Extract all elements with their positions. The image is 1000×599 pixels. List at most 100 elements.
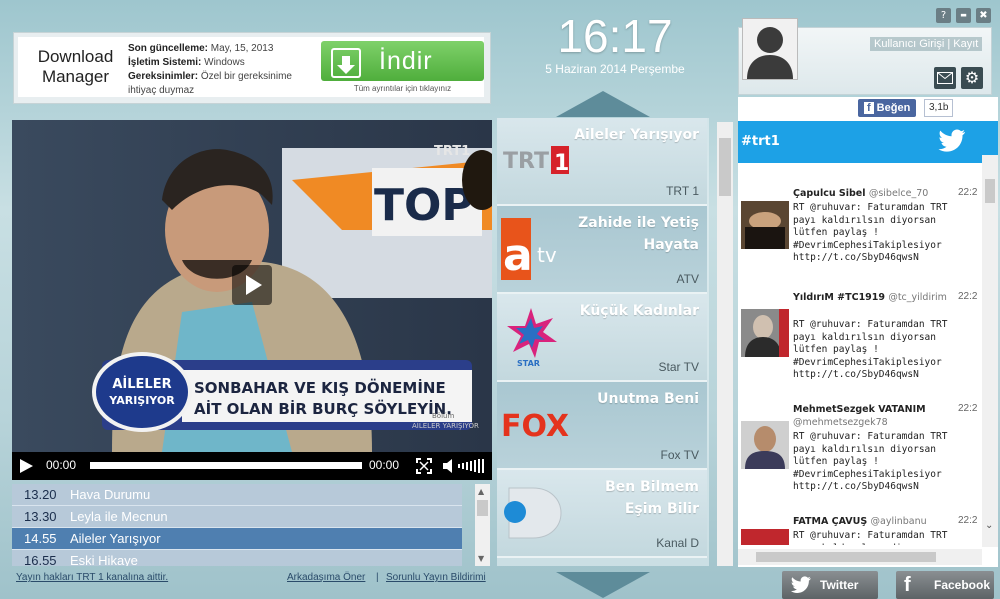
tweet-scrollbar[interactable]: ⌄	[982, 155, 998, 547]
scroll-thumb[interactable]	[477, 500, 488, 516]
tweet-author: FATMA ÇAVUŞ @aylinbanu	[793, 515, 958, 528]
twitter-bird-icon	[790, 576, 811, 593]
kanald-logo-icon	[504, 487, 562, 539]
user-silhouette-icon	[747, 27, 793, 79]
seek-bar[interactable]	[90, 462, 362, 469]
schedule-row[interactable]: 16.55 Eski Hikaye	[12, 550, 462, 566]
channel-item[interactable]: FOX Unutma Beni Fox TV	[497, 382, 707, 470]
scroll-thumb[interactable]	[985, 179, 995, 203]
caption-line1: SONBAHAR VE KIŞ DÖNEMİNE	[194, 378, 446, 397]
tweet-name: FATMA ÇAVUŞ	[793, 516, 868, 527]
help-button[interactable]: ?	[936, 8, 951, 23]
avatar[interactable]	[742, 18, 798, 80]
scroll-thumb[interactable]	[719, 138, 731, 196]
tweet-author: Çapulcu Sibel @sibelce_70	[793, 187, 958, 200]
tweet-handle: @tc_yildirim	[888, 292, 947, 303]
like-label: Beğen	[876, 102, 911, 114]
mail-icon[interactable]	[934, 67, 956, 89]
tweet-avatar	[741, 421, 789, 469]
twitter-panel: f Beğen 3,1b #trt1 Çapulcu Sibel @sibelce…	[738, 97, 998, 567]
video-player[interactable]: TOP TRT1 SONBAHAR VE KIŞ DÖNEMİNE AİT OL…	[12, 120, 492, 480]
updated-label: Son güncelleme:	[128, 43, 209, 54]
clock-date: 5 Haziran 2014 Perşembe	[545, 62, 685, 76]
schedule-title: Aileler Yarışıyor	[70, 531, 161, 546]
schedule-scrollbar[interactable]: ▲ ▼	[475, 484, 490, 566]
scroll-down-icon[interactable]: ▼	[478, 554, 484, 563]
tweet-avatar	[741, 309, 789, 357]
caption-side-2: AİLELER YARIŞIYOR	[412, 421, 479, 430]
os-value: Windows	[204, 57, 245, 68]
tweet-handle: @mehmetsezgek78	[793, 417, 888, 428]
svg-text:tv: tv	[537, 243, 557, 267]
channel-item[interactable]: TRT 1 Aileler Yarışıyor TRT 1	[497, 118, 707, 206]
screen-tag: TOP	[374, 180, 474, 231]
scroll-up-icon[interactable]: ▲	[478, 487, 484, 496]
tweet-author: YıldırıM #TC1919 @tc_yildirim	[793, 291, 958, 304]
channel-program: Küçük Kadınlar	[579, 303, 699, 319]
channel-scrollbar[interactable]	[717, 122, 733, 566]
channel-list: TRT 1 Aileler Yarışıyor TRT 1 a tv Zahid…	[497, 118, 709, 566]
ad-brand-line2: Manager	[41, 67, 110, 86]
facebook-share-button[interactable]: f Facebook	[896, 571, 994, 599]
minimize-button[interactable]: ▬	[956, 8, 971, 23]
play-icon[interactable]	[18, 458, 34, 474]
video-controls: 00:00 00:00	[12, 452, 492, 480]
tweet-name: Çapulcu Sibel	[793, 188, 866, 199]
rights-link[interactable]: Yayın hakları TRT 1 kanalına aittir.	[16, 572, 168, 583]
caption-line2: AİT OLAN BİR BURÇ SÖYLEYİN.	[194, 399, 452, 418]
ad-specs: Son güncelleme: May, 15, 2013 İşletim Si…	[128, 42, 308, 98]
recommend-link[interactable]: Arkadaşıma Öner	[287, 572, 365, 583]
ad-details-link[interactable]: Tüm ayrıntılar için tıklayınız	[321, 84, 484, 93]
schedule-row[interactable]: 13.30 Leyla ile Mecnun	[12, 506, 462, 528]
schedule-time: 13.20	[24, 487, 57, 502]
time-total: 00:00	[369, 458, 400, 472]
scroll-down-icon[interactable]: ⌄	[985, 520, 993, 531]
facebook-share-label: Facebook	[934, 578, 991, 592]
tweet-text: RT @ruhuvar: Faturamdan TRT payı kaldırı…	[793, 319, 948, 380]
schedule-row[interactable]: 13.20 Hava Durumu	[12, 484, 462, 506]
time-current: 00:00	[46, 458, 77, 472]
svg-text:1: 1	[554, 151, 569, 176]
channel-item[interactable]: STAR Küçük Kadınlar Star TV	[497, 294, 707, 382]
download-button[interactable]: İndir	[321, 41, 484, 81]
show-logo-line2: YARIŞIYOR	[108, 394, 175, 407]
star-logo-icon: STAR	[507, 308, 557, 368]
twitter-hashtag: #trt1	[738, 121, 841, 163]
channel-network: Fox TV	[660, 448, 699, 462]
atv-logo-icon: a tv	[501, 218, 557, 280]
fox-logo-icon: FOX	[501, 409, 569, 444]
clock-time: 16:17	[557, 10, 673, 62]
footer-separator: |	[376, 572, 379, 583]
fullscreen-icon[interactable]	[416, 458, 432, 474]
facebook-f-icon: f	[904, 574, 911, 596]
channel-network: ATV	[676, 272, 699, 286]
scroll-down-arrow-icon[interactable]	[556, 572, 650, 598]
scroll-up-arrow-icon[interactable]	[556, 91, 650, 117]
tweet-name: MehmetSezgek VATANIM	[793, 404, 926, 415]
schedule-time: 13.30	[24, 509, 57, 524]
facebook-like-button[interactable]: f Beğen	[858, 99, 917, 117]
os-label: İşletim Sistemi:	[128, 57, 202, 68]
report-link[interactable]: Sorunlu Yayın Bildirimi	[386, 572, 486, 583]
schedule-title: Leyla ile Mecnun	[70, 509, 168, 524]
ad-brand-line1: Download	[37, 47, 114, 66]
tweet-avatar	[741, 201, 789, 249]
tweet-text: RT @ruhuvar: Faturamdan TRT payı kaldırı…	[793, 530, 948, 545]
download-manager-ad[interactable]: Download Manager Son güncelleme: May, 15…	[13, 32, 491, 104]
channel-item[interactable]: a tv Zahide ile Yetiş Hayata ATV	[497, 206, 707, 294]
facebook-f-icon: f	[864, 102, 874, 114]
channel-item[interactable]: Ben Bilmem Eşim Bilir Kanal D	[497, 470, 707, 558]
volume-icon[interactable]	[442, 458, 488, 474]
twitter-bird-icon	[938, 129, 965, 152]
login-register-link[interactable]: Kullanıcı Girişi | Kayıt	[870, 37, 983, 51]
tweet-hscrollbar[interactable]	[738, 549, 982, 565]
close-button[interactable]: ✖	[976, 8, 991, 23]
settings-gear-icon[interactable]: ⚙	[961, 67, 983, 89]
twitter-share-label: Twitter	[820, 578, 859, 592]
schedule-row-selected[interactable]: 14.55 Aileler Yarışıyor	[12, 528, 462, 550]
tweet-text: RT @ruhuvar: Faturamdan TRT payı kaldırı…	[793, 431, 948, 492]
schedule-title: Eski Hikaye	[70, 553, 138, 566]
hscroll-thumb[interactable]	[756, 552, 936, 562]
twitter-share-button[interactable]: Twitter	[782, 571, 878, 599]
channel-network: Kanal D	[656, 536, 699, 550]
